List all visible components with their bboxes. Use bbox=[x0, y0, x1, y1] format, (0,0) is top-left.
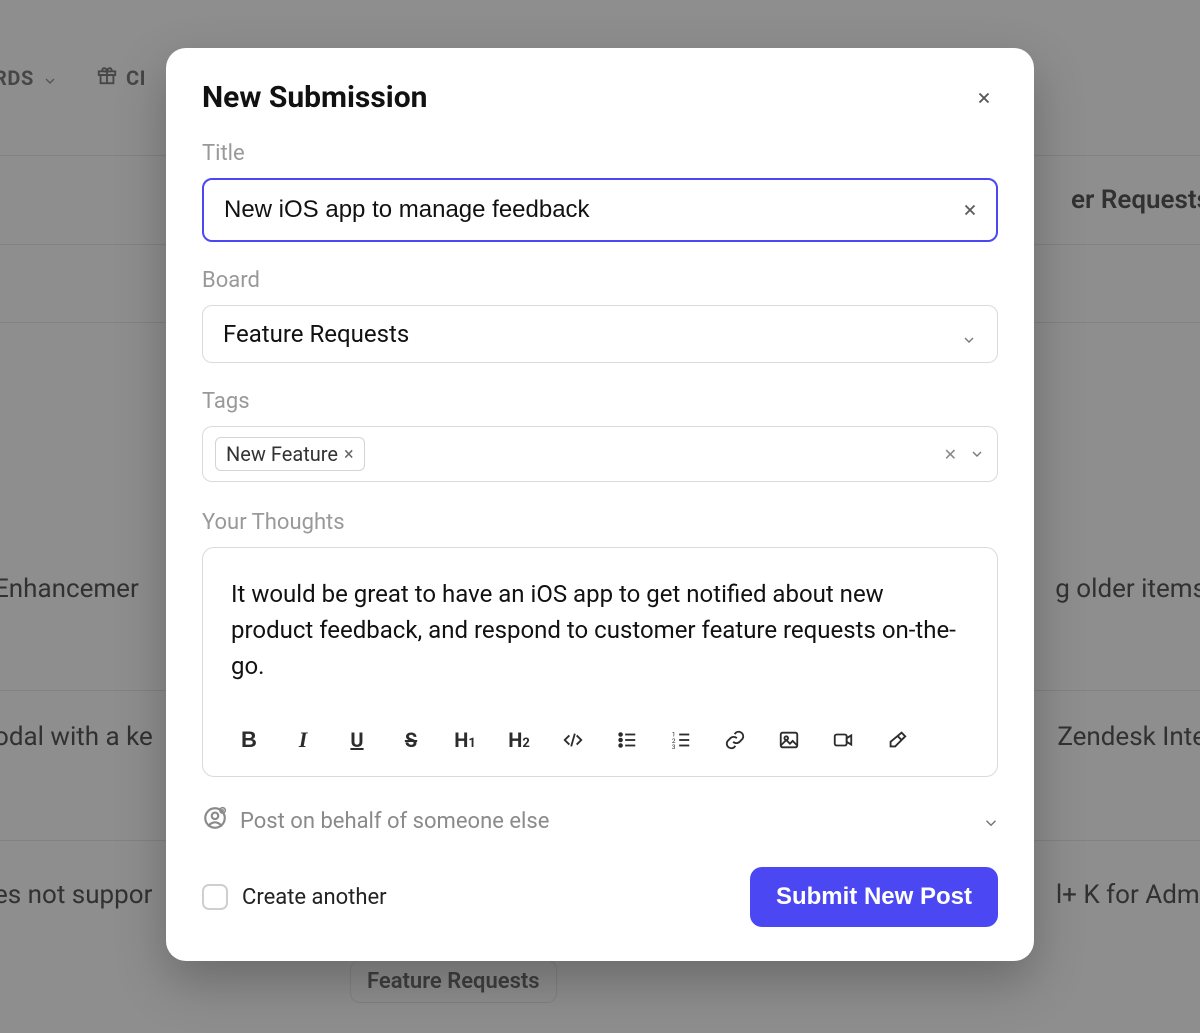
clear-all-tags-button[interactable]: ✕ bbox=[944, 445, 957, 464]
title-input[interactable] bbox=[202, 178, 998, 242]
image-icon[interactable] bbox=[771, 722, 807, 758]
thoughts-label: Your Thoughts bbox=[202, 510, 998, 535]
remove-tag-button[interactable]: × bbox=[344, 444, 354, 465]
user-plus-icon bbox=[202, 805, 228, 837]
thoughts-textarea[interactable]: It would be great to have an iOS app to … bbox=[203, 548, 997, 708]
eraser-icon[interactable] bbox=[879, 722, 915, 758]
new-submission-modal: New Submission Title Board Feature Reque… bbox=[166, 48, 1034, 961]
strikethrough-icon[interactable]: S bbox=[393, 722, 429, 758]
code-icon[interactable] bbox=[555, 722, 591, 758]
editor-toolbar: B I U S H1 H2 123 bbox=[203, 708, 997, 776]
create-another-checkbox[interactable] bbox=[202, 884, 228, 910]
rich-text-editor: It would be great to have an iOS app to … bbox=[202, 547, 998, 777]
heading1-icon[interactable]: H1 bbox=[447, 722, 483, 758]
bold-icon[interactable]: B bbox=[231, 722, 267, 758]
board-label: Board bbox=[202, 268, 998, 293]
create-another-option[interactable]: Create another bbox=[202, 884, 387, 910]
modal-title: New Submission bbox=[202, 80, 427, 115]
board-select[interactable]: Feature Requests bbox=[202, 305, 998, 363]
tags-label: Tags bbox=[202, 389, 998, 414]
heading2-icon[interactable]: H2 bbox=[501, 722, 537, 758]
underline-icon[interactable]: U bbox=[339, 722, 375, 758]
clear-title-button[interactable] bbox=[960, 200, 980, 220]
link-icon[interactable] bbox=[717, 722, 753, 758]
italic-icon[interactable]: I bbox=[285, 722, 321, 758]
close-modal-button[interactable] bbox=[970, 84, 998, 112]
chevron-down-icon bbox=[969, 446, 985, 462]
svg-text:3: 3 bbox=[672, 743, 676, 751]
chevron-down-icon bbox=[982, 813, 998, 829]
board-selected-value: Feature Requests bbox=[223, 320, 409, 348]
video-icon[interactable] bbox=[825, 722, 861, 758]
post-on-behalf-toggle[interactable]: Post on behalf of someone else bbox=[202, 805, 998, 837]
create-another-label: Create another bbox=[242, 885, 387, 910]
numbered-list-icon[interactable]: 123 bbox=[663, 722, 699, 758]
post-on-behalf-label: Post on behalf of someone else bbox=[240, 809, 549, 834]
chevron-down-icon bbox=[961, 326, 977, 342]
tag-chip: New Feature × bbox=[215, 437, 365, 471]
submit-button[interactable]: Submit New Post bbox=[750, 867, 998, 927]
tags-input[interactable]: New Feature × ✕ bbox=[202, 426, 998, 482]
bullet-list-icon[interactable] bbox=[609, 722, 645, 758]
tag-label: New Feature bbox=[226, 442, 338, 466]
title-label: Title bbox=[202, 141, 998, 166]
